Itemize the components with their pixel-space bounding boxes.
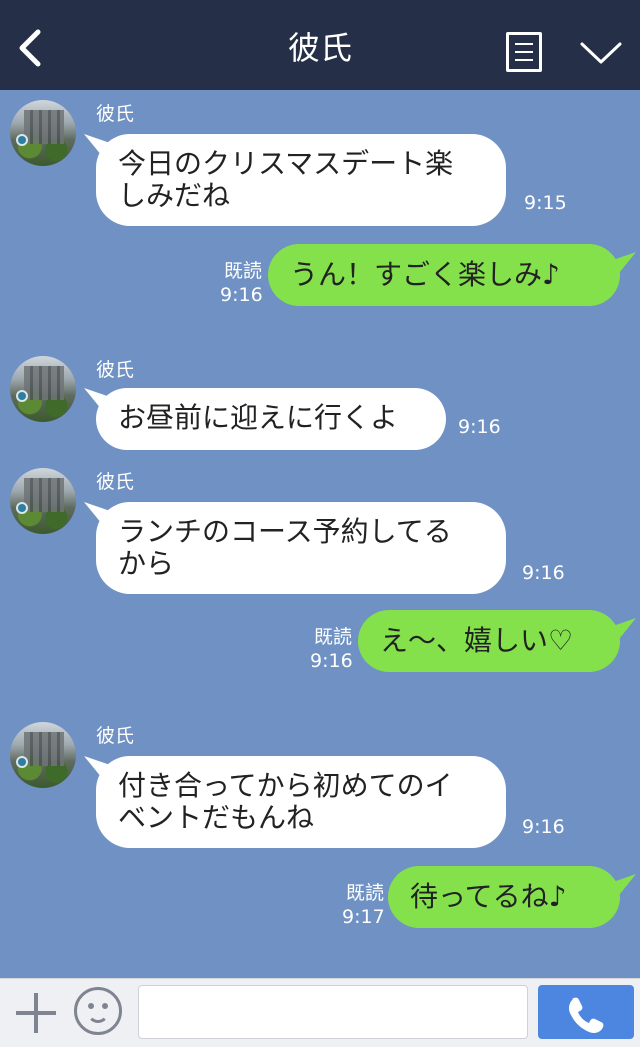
list-menu-icon-line [515, 51, 533, 53]
message-text-line: うん！すごく楽しみ♪ [290, 258, 560, 291]
message-bubble-incoming[interactable]: 今日のクリスマスデート楽 しみだね [96, 134, 506, 226]
read-receipt: 既読 [223, 260, 262, 282]
message-time: 9:17 [342, 906, 385, 928]
chat-title: 彼氏 [287, 29, 352, 67]
message-time: 9:16 [310, 650, 353, 672]
message-list[interactable]: 彼氏 今日のクリスマスデート楽 しみだね 9:15 既読 9:16 うん！すごく… [0, 90, 640, 978]
chat-header: 彼氏 [0, 0, 640, 90]
message-bubble-incoming[interactable]: ランチのコース予約してる から [96, 502, 506, 594]
avatar-photo [24, 732, 64, 766]
sender-name: 彼氏 [96, 471, 135, 493]
message-time: 9:15 [524, 192, 567, 214]
sender-name: 彼氏 [96, 725, 135, 747]
avatar[interactable] [10, 468, 76, 534]
message-bubble-outgoing[interactable]: 待ってるね♪ [388, 866, 620, 928]
avatar[interactable] [10, 356, 76, 422]
sender-name: 彼氏 [96, 103, 135, 125]
sender-name: 彼氏 [96, 359, 135, 381]
message-time: 9:16 [522, 562, 565, 584]
message-text-line: ベントだもんね [118, 801, 315, 834]
avatar[interactable] [10, 722, 76, 788]
message-text-line: から [118, 547, 175, 580]
message-bubble-incoming[interactable]: 付き合ってから初めてのイ ベントだもんね [96, 756, 506, 848]
add-button[interactable] [14, 991, 58, 1035]
message-text-line: 待ってるね♪ [410, 880, 567, 913]
composer-bar [0, 978, 640, 1047]
message-time: 9:16 [522, 816, 565, 838]
avatar-photo [24, 478, 64, 512]
message-time: 9:16 [220, 284, 263, 306]
read-receipt: 既読 [345, 882, 384, 904]
message-bubble-outgoing[interactable]: うん！すごく楽しみ♪ [268, 244, 620, 306]
avatar-photo [24, 110, 64, 144]
smiley-icon-mouth [87, 1007, 109, 1023]
message-text-line: 今日のクリスマスデート楽 [118, 147, 454, 180]
message-text-line: しみだね [118, 179, 231, 212]
list-menu-icon [515, 43, 533, 45]
message-time: 9:16 [458, 416, 501, 438]
emoji-button[interactable] [74, 987, 122, 1035]
message-text-line: え〜、嬉しい♡ [380, 624, 574, 657]
list-menu-icon-line [515, 59, 533, 61]
message-text-line: お昼前に迎えに行くよ [118, 401, 399, 434]
phone-icon [569, 997, 604, 1033]
plus-icon-stroke [34, 993, 38, 1033]
avatar-photo-detail [16, 390, 28, 402]
read-receipt: 既読 [313, 626, 352, 648]
message-bubble-outgoing[interactable]: え〜、嬉しい♡ [358, 610, 620, 672]
avatar-photo-detail [16, 756, 28, 768]
message-input[interactable] [138, 985, 528, 1039]
message-text-line: ランチのコース予約してる [118, 515, 452, 548]
collapse-button[interactable] [578, 38, 624, 68]
avatar-photo-detail [16, 502, 28, 514]
chevron-down-icon [580, 42, 622, 64]
message-bubble-incoming[interactable]: お昼前に迎えに行くよ [96, 388, 446, 450]
avatar-photo-detail [16, 134, 28, 146]
avatar-photo [24, 366, 64, 400]
message-text-line: 付き合ってから初めてのイ [118, 769, 453, 802]
call-button[interactable] [538, 985, 634, 1039]
avatar[interactable] [10, 100, 76, 166]
menu-button[interactable] [506, 32, 542, 72]
